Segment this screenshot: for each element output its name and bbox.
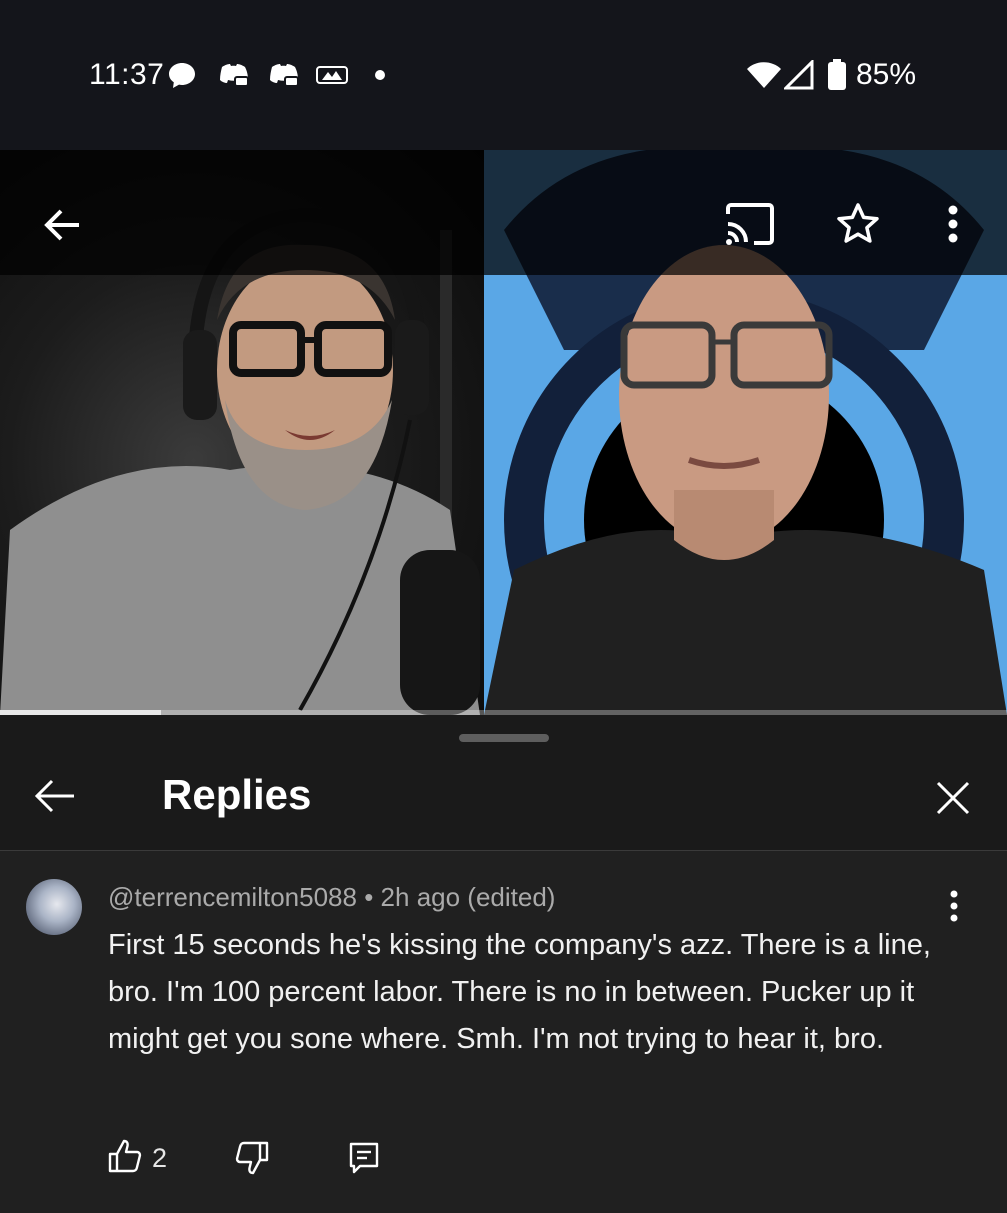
more-vert-icon[interactable] [936, 888, 972, 924]
cast-icon[interactable] [722, 198, 778, 250]
comment-author[interactable]: @terrencemilton5088 [108, 882, 357, 912]
mlb-icon [316, 58, 348, 92]
more-vert-icon[interactable] [933, 198, 973, 250]
close-icon[interactable] [930, 775, 976, 821]
battery-icon [826, 58, 848, 92]
signal-icon [784, 58, 814, 92]
page-title: Replies [162, 771, 312, 818]
discord-icon [266, 58, 300, 92]
dot-icon [374, 58, 386, 92]
wifi-icon [746, 58, 782, 92]
status-bar: 11:37 85% [0, 0, 1007, 150]
thumbs-down-icon [235, 1141, 269, 1180]
comment: @terrencemilton5088 • 2h ago (edited) Fi… [0, 852, 1007, 1213]
comment-text: First 15 seconds he's kissing the compan… [108, 929, 931, 1055]
star-icon[interactable] [832, 198, 884, 250]
comment-icon [348, 1141, 380, 1180]
reply-button[interactable] [348, 1141, 380, 1180]
replies-header: Replies [0, 715, 1007, 851]
drag-handle[interactable] [459, 734, 549, 742]
like-count: 2 [152, 1143, 168, 1173]
messages-icon [166, 58, 198, 92]
avatar[interactable] [26, 879, 82, 935]
comment-time: 2h ago (edited) [380, 882, 556, 912]
status-time: 11:37 [89, 58, 165, 91]
battery-percent: 85% [856, 58, 917, 91]
discord-icon [216, 58, 250, 92]
replies-sheet: Replies @terrencemilton5088 • 2h ago (ed… [0, 715, 1007, 1213]
back-arrow-icon[interactable] [30, 775, 80, 817]
back-arrow-icon[interactable] [38, 200, 88, 250]
thumbs-up-icon [108, 1139, 142, 1178]
dislike-button[interactable] [235, 1141, 269, 1180]
video-player[interactable] [0, 150, 1007, 715]
meta-separator: • [364, 882, 374, 912]
comment-meta: @terrencemilton5088 • 2h ago (edited) [108, 882, 555, 913]
like-button[interactable]: 2 [108, 1139, 167, 1178]
